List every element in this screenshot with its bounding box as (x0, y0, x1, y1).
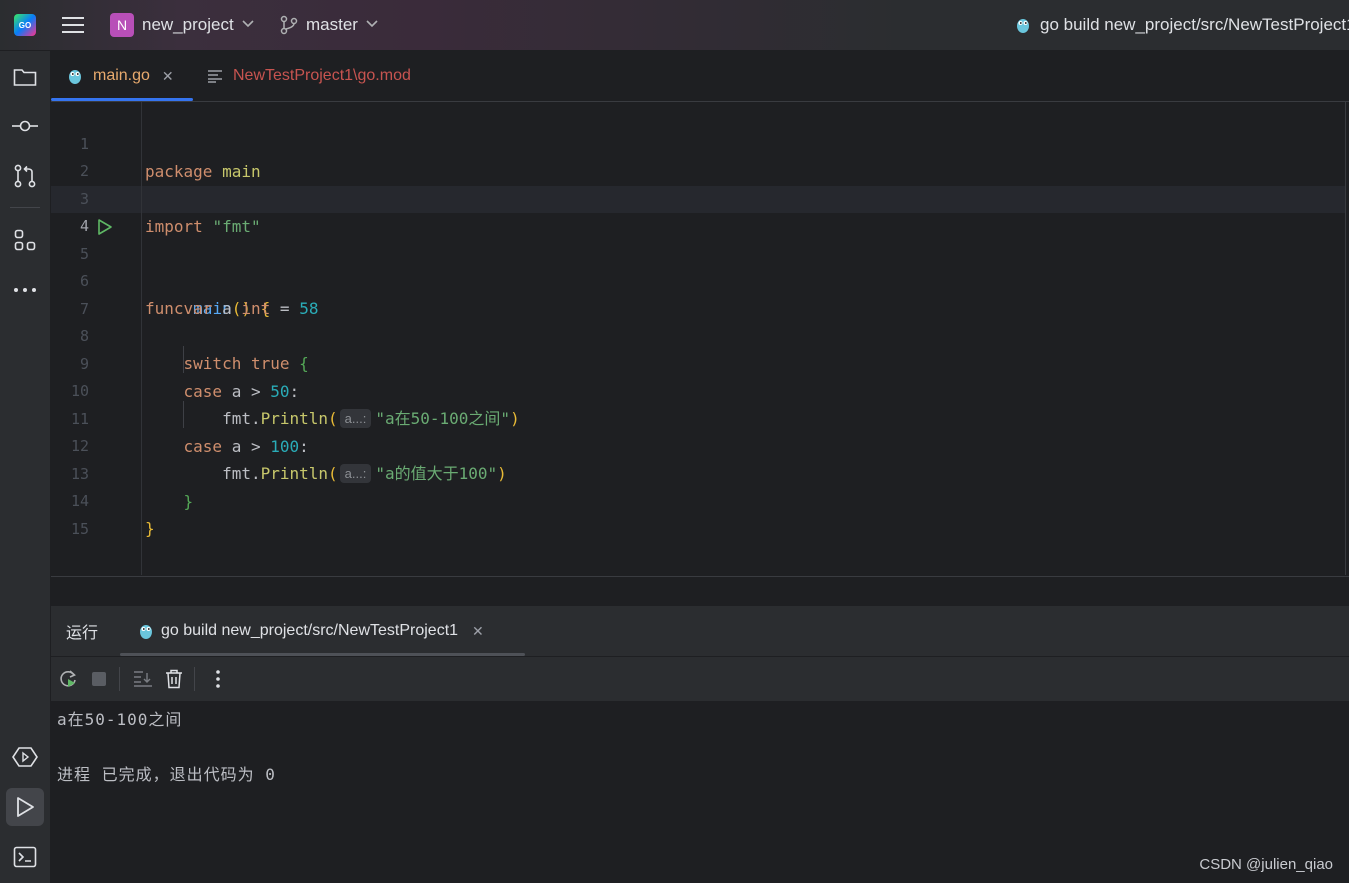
chevron-down-icon (366, 19, 378, 31)
folder-icon (13, 69, 37, 86)
project-tool-button[interactable] (6, 58, 44, 96)
code-line: 9 case a > 50: (51, 324, 1345, 401)
run-tool-button[interactable] (6, 788, 44, 826)
code-line: 11 case a > 100: (51, 379, 1345, 456)
clear-all-button[interactable] (160, 665, 188, 693)
stop-button[interactable] (85, 665, 113, 693)
terminal-tool-button[interactable] (6, 838, 44, 876)
run-gutter-icon[interactable] (97, 218, 113, 236)
commit-icon (12, 120, 38, 132)
panel-splitter[interactable] (51, 576, 1349, 607)
gopher-icon (140, 625, 152, 639)
run-tool-window: 运行 go build new_project/src/NewTestProje… (51, 606, 1349, 883)
console-line: 进程 已完成，退出代码为 0 (57, 765, 276, 784)
logo-text: GO (18, 20, 32, 30)
pull-requests-icon (14, 164, 36, 188)
code-line: 4 (51, 186, 1345, 235)
terminal-icon (13, 846, 37, 868)
app-logo[interactable]: GO (14, 0, 36, 50)
gopher-file-icon (69, 70, 81, 84)
editor-tabs: main.go ✕ NewTestProject1\go.mod (51, 51, 1349, 102)
more-tools-button[interactable] (6, 271, 44, 309)
code-line: 5 func main() { (51, 214, 1345, 318)
structure-icon (14, 229, 36, 251)
structure-tool-button[interactable] (6, 221, 44, 259)
title-bar: GO N new_project master go build new_pro… (0, 0, 1349, 51)
goland-logo-icon: GO (14, 14, 36, 36)
code-line: 6 var a int = 58 (51, 241, 1345, 318)
code-line: 1 package main (51, 104, 1345, 181)
tab-label: main.go (93, 67, 150, 84)
main-menu-button[interactable] (62, 0, 84, 50)
services-icon (12, 747, 38, 767)
hamburger-icon (62, 17, 84, 33)
toolbar-divider (194, 667, 195, 691)
run-config-tab[interactable]: go build new_project/src/NewTestProject1… (137, 606, 484, 656)
pull-requests-tool-button[interactable] (6, 157, 44, 195)
code-line: 2 (51, 131, 1345, 180)
toolbar-divider (10, 207, 40, 208)
active-run-tab-indicator (120, 653, 525, 656)
gopher-icon (1017, 19, 1029, 33)
code-line: 14 } (51, 461, 1345, 538)
run-panel-header: 运行 go build new_project/src/NewTestProje… (51, 606, 1349, 657)
more-options-button[interactable] (204, 665, 232, 693)
close-tab-icon[interactable]: ✕ (162, 68, 174, 85)
code-editor[interactable]: 1 package main 2 3 import "fmt" 4 5 func… (51, 102, 1346, 575)
console-line: a在50-100之间 (57, 710, 183, 729)
rerun-icon (60, 670, 76, 687)
left-tool-bar (0, 51, 51, 883)
code-line: 15 (51, 489, 1345, 538)
active-tab-indicator (51, 98, 193, 101)
tab-go-mod[interactable]: NewTestProject1\go.mod (207, 51, 411, 101)
tab-label: NewTestProject1\go.mod (233, 67, 411, 84)
code-line: 10 fmt.Println(a...: "a在50-100之间") (51, 351, 1345, 428)
code-line: 13 } (51, 434, 1345, 511)
rerun-button[interactable] (54, 665, 82, 693)
run-configuration-selector[interactable]: go build new_project/src/NewTestProject1 (1014, 0, 1349, 50)
watermark: CSDN @julien_qiao (1199, 856, 1333, 873)
run-config-name: go build new_project/src/NewTestProject1 (1040, 15, 1349, 34)
code-line: 3 import "fmt" (51, 159, 1345, 236)
code-line: 7 (51, 269, 1345, 318)
git-branch-icon (280, 15, 298, 35)
scroll-to-end-button[interactable] (129, 665, 157, 693)
project-badge: N (110, 13, 134, 37)
code-line: 8 switch true { (51, 296, 1345, 373)
trash-icon (166, 669, 182, 689)
stop-icon (92, 672, 106, 686)
close-run-tab-icon[interactable]: ✕ (472, 623, 484, 640)
project-name: new_project (142, 15, 234, 34)
branch-selector[interactable]: master (280, 0, 378, 50)
toolbar-divider (119, 667, 120, 691)
branch-name: master (306, 15, 358, 34)
run-panel-title: 运行 (66, 625, 99, 642)
text-file-icon (208, 70, 222, 83)
console-output[interactable]: a在50-100之间 进程 已完成，退出代码为 0 CSDN @julien_q… (51, 701, 1349, 883)
more-icon (14, 288, 36, 292)
run-toolbar (51, 657, 1349, 701)
run-icon (17, 797, 34, 817)
line-number: 15 (70, 520, 89, 538)
chevron-down-icon (242, 19, 254, 31)
services-tool-button[interactable] (6, 738, 44, 776)
commit-tool-button[interactable] (6, 107, 44, 145)
project-selector[interactable]: N new_project (110, 0, 254, 50)
code-line: 12 fmt.Println(a...: "a的值大于100") (51, 406, 1345, 483)
tab-main-go[interactable]: main.go ✕ (67, 51, 174, 101)
more-vertical-icon (216, 670, 220, 688)
run-tab-label: go build new_project/src/NewTestProject1 (161, 622, 459, 639)
scroll-to-end-icon (134, 671, 152, 687)
